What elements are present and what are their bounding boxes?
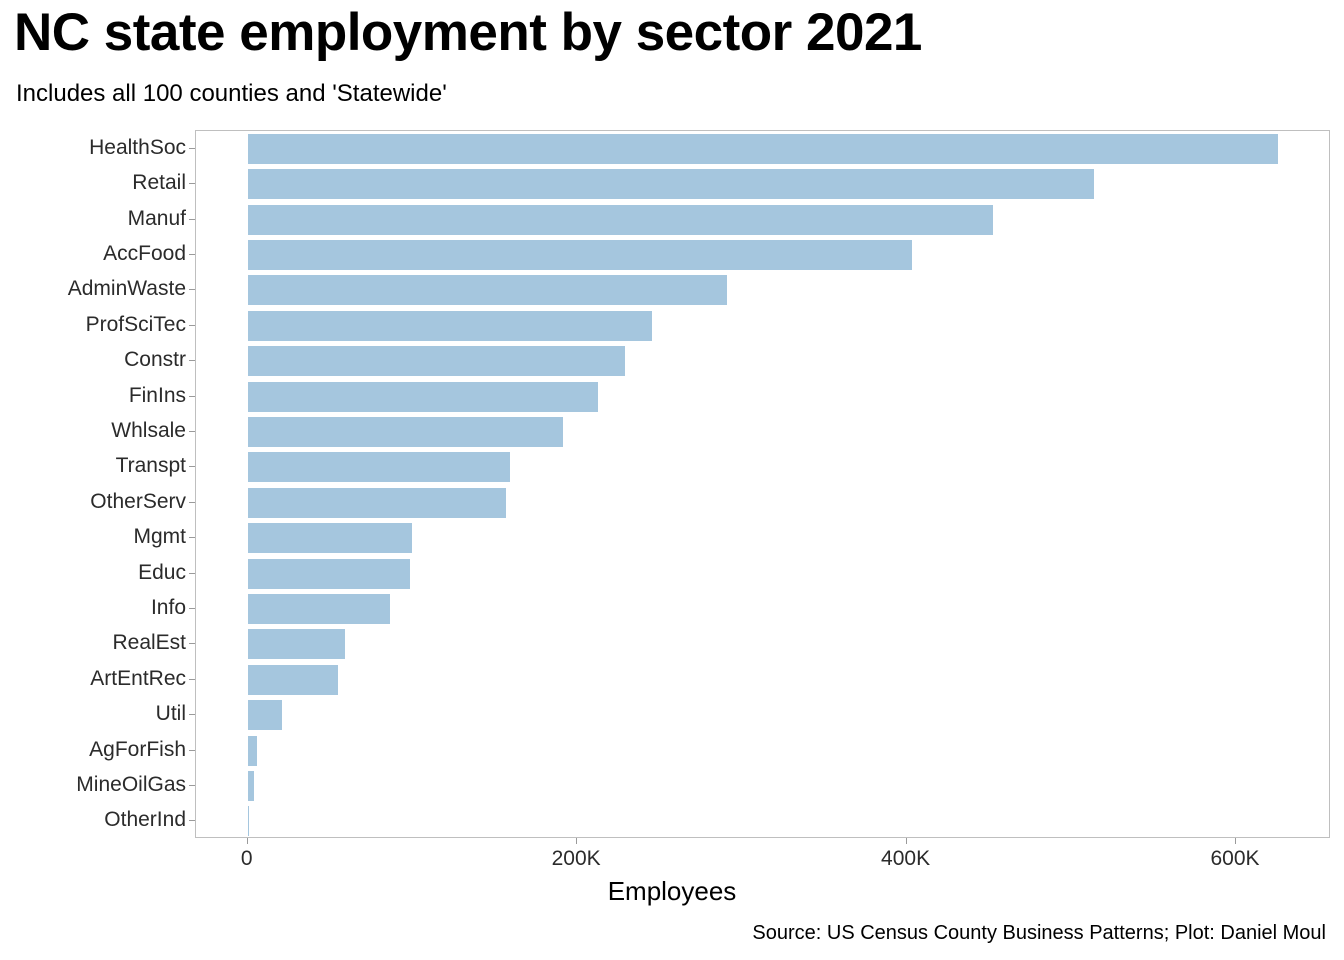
y-axis-label-finins: FinIns bbox=[128, 383, 186, 407]
bar-healthsoc bbox=[247, 133, 1278, 164]
bar-constr bbox=[247, 346, 625, 377]
x-axis-tick bbox=[905, 838, 907, 844]
y-axis-label-agforfish: AgForFish bbox=[89, 737, 186, 761]
y-axis-label-realest: RealEst bbox=[112, 631, 186, 655]
y-axis-label-util: Util bbox=[155, 702, 186, 726]
bar-mineoilgas bbox=[247, 770, 255, 801]
x-axis-title: Employees bbox=[607, 876, 737, 906]
x-axis-label-2: 400K bbox=[881, 847, 931, 870]
bar-realest bbox=[247, 629, 345, 660]
bar-manuf bbox=[247, 204, 994, 235]
x-axis-tick bbox=[246, 838, 248, 844]
x-axis-tick bbox=[1235, 838, 1236, 844]
bar-educ bbox=[247, 558, 410, 589]
y-axis-label-transpt: Transpt bbox=[115, 454, 186, 478]
bar-util bbox=[247, 700, 282, 731]
y-axis-label-educ: Educ bbox=[138, 560, 186, 584]
y-axis-label-whlsale: Whlsale bbox=[111, 418, 186, 442]
y-axis-label-otherserv: OtherServ bbox=[90, 489, 186, 513]
x-axis-label-0: 0 bbox=[240, 847, 253, 870]
bar-retail bbox=[247, 169, 1094, 200]
y-axis-label-mgmt: Mgmt bbox=[133, 525, 187, 549]
source-caption: Source: US Census County Business Patter… bbox=[752, 922, 1326, 944]
y-axis-label-artentrec: ArtEntRec bbox=[90, 666, 186, 690]
bar-adminwaste bbox=[247, 275, 727, 306]
x-axis-label-1: 200K bbox=[551, 847, 601, 870]
bar-artentrec bbox=[247, 664, 338, 695]
x-axis-label-3: 600K bbox=[1210, 847, 1260, 870]
bar-transpt bbox=[247, 452, 510, 483]
y-axis-label-retail: Retail bbox=[132, 171, 186, 195]
bar-mgmt bbox=[247, 523, 413, 554]
y-axis-label-adminwaste: AdminWaste bbox=[67, 277, 186, 301]
y-axis-label-healthsoc: HealthSoc bbox=[89, 135, 186, 159]
y-axis-label-otherind: OtherInd bbox=[104, 808, 186, 832]
y-axis-label-mineoilgas: MineOilGas bbox=[76, 772, 186, 796]
y-axis-label-constr: Constr bbox=[124, 348, 186, 372]
bar-whlsale bbox=[247, 416, 563, 447]
page-subtitle: Includes all 100 counties and 'Statewide… bbox=[16, 80, 447, 107]
plot-panel bbox=[195, 130, 1330, 838]
bar-otherserv bbox=[247, 487, 506, 518]
bars-container bbox=[196, 131, 1329, 837]
bar-profscitec bbox=[247, 310, 652, 341]
y-axis-label-accfood: AccFood bbox=[103, 241, 186, 265]
bar-agforfish bbox=[247, 735, 258, 766]
bar-finins bbox=[247, 381, 598, 412]
bar-otherind bbox=[247, 806, 250, 837]
x-axis-tick bbox=[576, 838, 578, 844]
bar-info bbox=[247, 593, 390, 624]
bar-accfood bbox=[247, 239, 912, 270]
chart-page: NC state employment by sector 2021 Inclu… bbox=[0, 0, 1344, 960]
page-title: NC state employment by sector 2021 bbox=[14, 3, 922, 62]
y-axis-label-profscitec: ProfSciTec bbox=[85, 312, 186, 336]
y-axis-label-manuf: Manuf bbox=[127, 206, 186, 230]
y-axis-label-info: Info bbox=[150, 595, 186, 619]
